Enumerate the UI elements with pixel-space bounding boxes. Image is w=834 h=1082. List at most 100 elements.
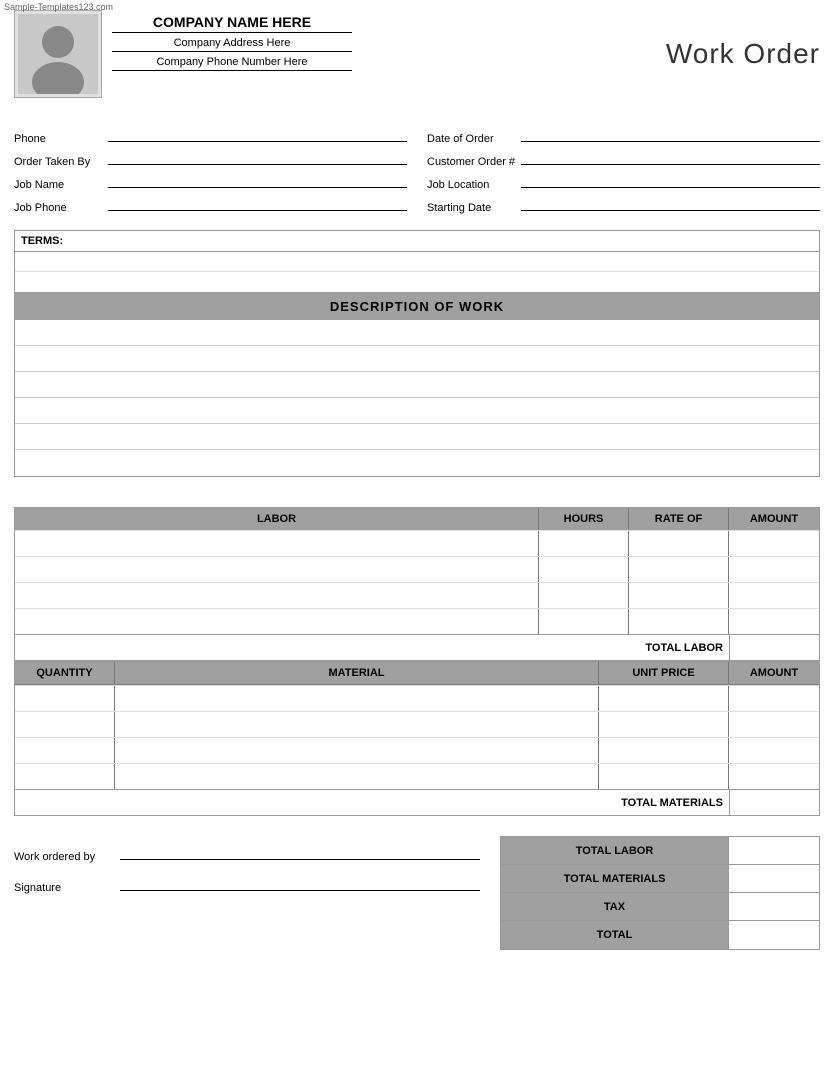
terms-row-1[interactable] <box>15 252 819 272</box>
starting-date-input[interactable] <box>521 197 820 211</box>
mat-data-row-2[interactable] <box>15 711 819 737</box>
job-location-label: Job Location <box>427 179 517 191</box>
totals-row-materials: TOTAL MATERIALS <box>501 865 819 893</box>
fields-row-1: Phone Date of Order <box>14 128 820 145</box>
work-ordered-by-row: Work ordered by <box>14 846 480 863</box>
totals-labor-label: TOTAL LABOR <box>501 837 729 864</box>
signature-section: Work ordered by Signature <box>14 836 480 908</box>
labor-data-row-1[interactable] <box>15 530 819 556</box>
signature-input[interactable] <box>120 877 480 891</box>
date-of-order-label: Date of Order <box>427 133 517 145</box>
totals-row-labor: TOTAL LABOR <box>501 837 819 865</box>
order-taken-by-input[interactable] <box>108 151 407 165</box>
date-of-order-field: Date of Order <box>427 128 820 145</box>
desc-row-3[interactable] <box>15 372 819 398</box>
mat-total-label: TOTAL MATERIALS <box>15 797 729 809</box>
phone-field: Phone <box>14 128 407 145</box>
date-of-order-input[interactable] <box>521 128 820 142</box>
mat-col-amount-header: AMOUNT <box>729 662 819 684</box>
company-name: COMPANY NAME HERE <box>112 14 352 33</box>
fields-row-2: Order Taken By Customer Order # <box>14 151 820 168</box>
customer-order-field: Customer Order # <box>427 151 820 168</box>
starting-date-field: Starting Date <box>427 197 820 214</box>
signature-row: Signature <box>14 877 480 894</box>
company-info: COMPANY NAME HERE Company Address Here C… <box>112 10 352 71</box>
totals-tax-value[interactable] <box>729 893 819 920</box>
desc-row-2[interactable] <box>15 346 819 372</box>
mat-total-row: TOTAL MATERIALS <box>15 789 819 815</box>
mat-col-qty-header: QUANTITY <box>15 662 115 684</box>
mat-total-value[interactable] <box>729 790 819 815</box>
labor-data-row-3[interactable] <box>15 582 819 608</box>
phone-input[interactable] <box>108 128 407 142</box>
order-taken-by-field: Order Taken By <box>14 151 407 168</box>
signature-label: Signature <box>14 882 114 894</box>
watermark: Sample-Templates123.com <box>4 2 113 12</box>
job-name-field: Job Name <box>14 174 407 191</box>
labor-total-row: TOTAL LABOR <box>15 634 819 660</box>
company-logo <box>14 10 102 98</box>
totals-total-value[interactable] <box>729 921 819 949</box>
labor-col-rate-header: RATE OF <box>629 508 729 530</box>
labor-data-row-2[interactable] <box>15 556 819 582</box>
totals-row-total: TOTAL <box>501 921 819 949</box>
labor-total-value[interactable] <box>729 635 819 660</box>
description-header: DESCRIPTION OF WORK <box>15 293 819 320</box>
header-section: COMPANY NAME HERE Company Address Here C… <box>14 10 820 98</box>
totals-materials-value[interactable] <box>729 865 819 892</box>
labor-header-row: LABOR HOURS RATE OF AMOUNT <box>15 508 819 530</box>
materials-header-row: QUANTITY MATERIAL UNIT PRICE AMOUNT <box>15 662 819 685</box>
totals-materials-label: TOTAL MATERIALS <box>501 865 729 892</box>
desc-row-5[interactable] <box>15 424 819 450</box>
terms-header: TERMS: <box>15 231 819 252</box>
work-order-title: Work Order <box>666 38 820 70</box>
customer-order-label: Customer Order # <box>427 156 517 168</box>
terms-row-2[interactable] <box>15 272 819 292</box>
totals-row-tax: TAX <box>501 893 819 921</box>
labor-col-labor-header: LABOR <box>15 508 539 530</box>
materials-section: QUANTITY MATERIAL UNIT PRICE AMOUNT <box>14 661 820 816</box>
fields-row-3: Job Name Job Location <box>14 174 820 191</box>
labor-col-amount-header: AMOUNT <box>729 508 819 530</box>
totals-table: TOTAL LABOR TOTAL MATERIALS TAX TOTAL <box>500 836 820 950</box>
job-location-input[interactable] <box>521 174 820 188</box>
job-name-input[interactable] <box>108 174 407 188</box>
totals-total-label: TOTAL <box>501 921 729 949</box>
summary-section: Work ordered by Signature TOTAL LABOR TO… <box>14 836 820 950</box>
labor-data-row-4[interactable] <box>15 608 819 634</box>
work-order-page: Sample-Templates123.com COMPANY NAME HER… <box>0 0 834 964</box>
job-phone-input[interactable] <box>108 197 407 211</box>
header-left: COMPANY NAME HERE Company Address Here C… <box>14 10 352 98</box>
description-section: DESCRIPTION OF WORK <box>14 293 820 477</box>
fields-row-4: Job Phone Starting Date <box>14 197 820 214</box>
job-phone-label: Job Phone <box>14 202 104 214</box>
labor-section: LABOR HOURS RATE OF AMOUNT <box>14 507 820 661</box>
mat-col-unit-header: UNIT PRICE <box>599 662 729 684</box>
description-rows <box>15 320 819 476</box>
work-ordered-by-input[interactable] <box>120 846 480 860</box>
company-phone: Company Phone Number Here <box>112 56 352 71</box>
job-name-label: Job Name <box>14 179 104 191</box>
labor-col-hours-header: HOURS <box>539 508 629 530</box>
job-phone-field: Job Phone <box>14 197 407 214</box>
company-address: Company Address Here <box>112 37 352 52</box>
order-taken-by-label: Order Taken By <box>14 156 104 168</box>
labor-total-label: TOTAL LABOR <box>15 642 729 654</box>
phone-label: Phone <box>14 133 104 145</box>
totals-labor-value[interactable] <box>729 837 819 864</box>
work-ordered-by-label: Work ordered by <box>14 851 114 863</box>
fields-section: Phone Date of Order Order Taken By Custo… <box>14 128 820 214</box>
desc-row-4[interactable] <box>15 398 819 424</box>
desc-row-1[interactable] <box>15 320 819 346</box>
totals-tax-label: TAX <box>501 893 729 920</box>
mat-data-row-3[interactable] <box>15 737 819 763</box>
job-location-field: Job Location <box>427 174 820 191</box>
terms-section: TERMS: <box>14 230 820 293</box>
mat-data-row-4[interactable] <box>15 763 819 789</box>
mat-col-mat-header: MATERIAL <box>115 662 599 684</box>
customer-order-input[interactable] <box>521 151 820 165</box>
mat-data-row-1[interactable] <box>15 685 819 711</box>
starting-date-label: Starting Date <box>427 202 517 214</box>
terms-rows <box>15 252 819 292</box>
desc-row-6[interactable] <box>15 450 819 476</box>
